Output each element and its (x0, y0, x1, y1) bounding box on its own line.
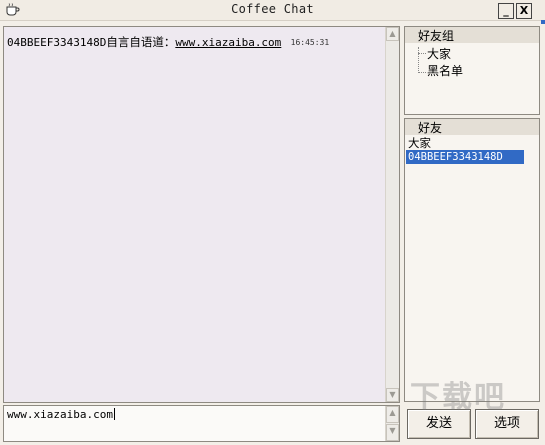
watermark-logo: 下载吧 (410, 380, 506, 415)
message-time: 16:45:31 (290, 38, 330, 47)
arrow-down-icon[interactable]: ▼ (386, 388, 399, 402)
friends-title: 好友 (418, 121, 443, 135)
tree-connector (418, 72, 426, 73)
accent-strip (541, 20, 545, 24)
group-item-blacklist[interactable]: 黑名单 (427, 62, 463, 79)
arrow-up-icon[interactable]: ▲ (386, 27, 399, 41)
friends-panel: 好友 大家 04BBEEF3343148D (404, 118, 540, 402)
message-link[interactable]: www.xiazaiba.com (175, 36, 281, 49)
message-input-text: www.xiazaiba.com (7, 408, 115, 421)
arrow-up-icon[interactable]: ▲ (386, 406, 399, 423)
friend-groups-panel: 好友组 大家 黑名单 (404, 26, 540, 115)
message-input[interactable]: www.xiazaiba.com ▲ ▼ (3, 405, 400, 442)
tree-connector (418, 53, 426, 54)
window-title: Coffee Chat (231, 2, 314, 16)
message-sender: 04BBEEF3343148D (7, 36, 107, 49)
text-caret (113, 408, 115, 420)
friend-groups-title: 好友组 (418, 29, 455, 43)
message-action: 自言自语道： (106, 35, 176, 49)
chat-message: 04BBEEF3343148D自言自语道：www.xiazaiba.com 16… (7, 34, 329, 50)
friend-item-everyone[interactable]: 大家 (406, 136, 524, 150)
chat-scrollbar[interactable]: ▲ ▼ (385, 27, 399, 402)
chat-log[interactable]: 04BBEEF3343148D自言自语道：www.xiazaiba.com 16… (3, 26, 400, 403)
input-scrollbar[interactable]: ▲ ▼ (385, 406, 399, 441)
group-item-everyone[interactable]: 大家 (427, 45, 451, 62)
tree-connector (418, 47, 419, 73)
close-button[interactable]: X (516, 3, 532, 19)
friend-groups-header: 好友组 (405, 27, 539, 43)
friends-header: 好友 (405, 119, 539, 135)
title-bar: Coffee Chat _ X (0, 0, 545, 21)
friend-item-selected[interactable]: 04BBEEF3343148D (406, 150, 524, 164)
arrow-down-icon[interactable]: ▼ (386, 424, 399, 441)
minimize-button[interactable]: _ (498, 3, 514, 19)
